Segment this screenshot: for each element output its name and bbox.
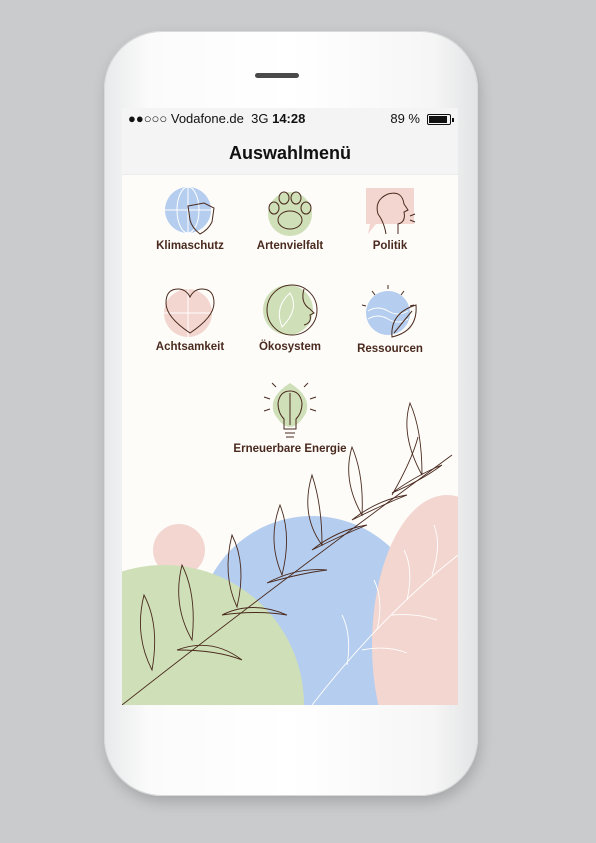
menu-item-politik[interactable]: Politik bbox=[340, 186, 440, 252]
menu-item-klimaschutz[interactable]: Klimaschutz bbox=[140, 186, 240, 252]
menu-item-label: Artenvielfalt bbox=[256, 240, 324, 252]
globe-shield-icon bbox=[165, 186, 215, 235]
menu-item-okosystem[interactable]: Ökosystem bbox=[240, 283, 340, 353]
phone-speaker bbox=[255, 73, 299, 78]
heart-icon bbox=[164, 288, 215, 337]
menu-item-label: Achtsamkeit bbox=[155, 341, 225, 353]
ecosystem-icon bbox=[263, 284, 318, 336]
menu-item-label: Klimaschutz bbox=[156, 240, 224, 252]
page-title: Auswahlmenü bbox=[228, 143, 352, 163]
menu-item-label: Ökosystem bbox=[258, 341, 321, 353]
menu-item-artenvielfalt[interactable]: Artenvielfalt bbox=[240, 186, 340, 252]
screen: ●●○○○ Vodafone.de 3G 14:28 89 % Auswahlm… bbox=[122, 108, 458, 705]
lightbulb-leaf-icon bbox=[263, 382, 317, 438]
sun-leaf-icon bbox=[361, 285, 417, 338]
battery-icon bbox=[427, 114, 454, 125]
menu-item-achtsamkeit[interactable]: Achtsamkeit bbox=[140, 283, 240, 353]
menu-item-label: Ressourcen bbox=[357, 343, 423, 355]
menu-content: Klimaschutz Artenvielfalt Politik Achtsa… bbox=[122, 175, 458, 705]
menu-item-label: Erneuerbare Energie bbox=[233, 443, 347, 455]
speaking-head-icon bbox=[366, 188, 416, 235]
paw-icon bbox=[268, 191, 312, 236]
menu-item-erneuerbare-energie[interactable]: Erneuerbare Energie bbox=[228, 377, 352, 455]
status-bar: ●●○○○ Vodafone.de 3G 14:28 89 % bbox=[122, 108, 458, 130]
battery-percent: 89 % bbox=[390, 111, 420, 126]
menu-item-label: Politik bbox=[372, 240, 408, 252]
carrier: ●●○○○ Vodafone.de 3G 14:28 bbox=[128, 111, 306, 126]
menu-item-ressourcen[interactable]: Ressourcen bbox=[340, 283, 440, 355]
navigation-bar: Auswahlmenü bbox=[122, 130, 458, 175]
